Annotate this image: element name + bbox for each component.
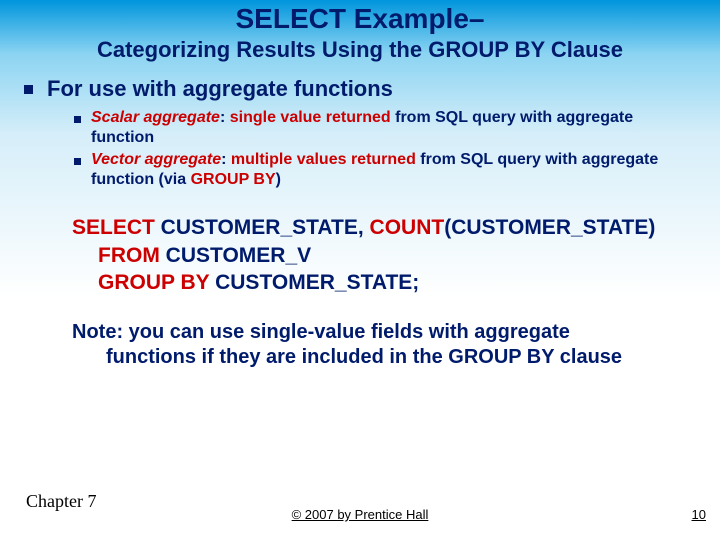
term-vector: Vector aggregate xyxy=(91,151,221,168)
slide: SELECT Example– Categorizing Results Usi… xyxy=(0,0,720,540)
bullet-icon xyxy=(74,158,81,165)
vector-groupby: GROUP BY xyxy=(191,171,276,188)
sub-bullet-vector-text: Vector aggregate: multiple values return… xyxy=(91,150,696,190)
kw-from: FROM xyxy=(98,244,160,267)
page-number: 10 xyxy=(692,507,706,522)
main-bullet-text: For use with aggregate functions xyxy=(47,75,393,103)
kw-groupby: GROUP BY xyxy=(98,271,209,294)
note-block: Note: you can use single-value fields wi… xyxy=(72,320,666,370)
bullet-icon xyxy=(24,85,33,94)
kw-count: COUNT xyxy=(370,216,445,239)
code-line-2: FROM CUSTOMER_V xyxy=(98,242,696,269)
colon: : xyxy=(221,151,231,168)
term-scalar: Scalar aggregate xyxy=(91,109,220,126)
code-l1d: (CUSTOMER_STATE) xyxy=(444,216,655,239)
slide-subtitle: Categorizing Results Using the GROUP BY … xyxy=(0,37,720,63)
code-l2b: CUSTOMER_V xyxy=(160,244,311,267)
sub-bullet-scalar-text: Scalar aggregate: single value returned … xyxy=(91,108,696,148)
bullet-icon xyxy=(74,116,81,123)
slide-footer: Chapter 7 © 2007 by Prentice Hall 10 xyxy=(0,506,720,530)
slide-title: SELECT Example– xyxy=(0,0,720,35)
code-line-3: GROUP BY CUSTOMER_STATE; xyxy=(98,269,696,296)
sub-bullet-scalar: Scalar aggregate: single value returned … xyxy=(74,108,696,148)
colon: : xyxy=(220,109,230,126)
main-bullet: For use with aggregate functions xyxy=(24,75,696,103)
code-l1b: CUSTOMER_STATE, xyxy=(155,216,370,239)
sub-bullet-vector: Vector aggregate: multiple values return… xyxy=(74,150,696,190)
scalar-desc-red: single value returned xyxy=(230,109,391,126)
sql-code-block: SELECT CUSTOMER_STATE, COUNT(CUSTOMER_ST… xyxy=(72,214,696,296)
sub-bullet-list: Scalar aggregate: single value returned … xyxy=(74,108,696,190)
vector-desc-tail2: ) xyxy=(276,171,281,188)
note-line-2: functions if they are included in the GR… xyxy=(106,345,666,370)
note-line-1: Note: you can use single-value fields wi… xyxy=(72,320,666,345)
code-l3b: CUSTOMER_STATE; xyxy=(209,271,419,294)
slide-body: For use with aggregate functions Scalar … xyxy=(0,63,720,370)
kw-select: SELECT xyxy=(72,216,155,239)
code-line-1: SELECT CUSTOMER_STATE, COUNT(CUSTOMER_ST… xyxy=(72,214,696,241)
copyright-text: © 2007 by Prentice Hall xyxy=(0,507,720,522)
vector-desc-red: multiple values returned xyxy=(231,151,416,168)
